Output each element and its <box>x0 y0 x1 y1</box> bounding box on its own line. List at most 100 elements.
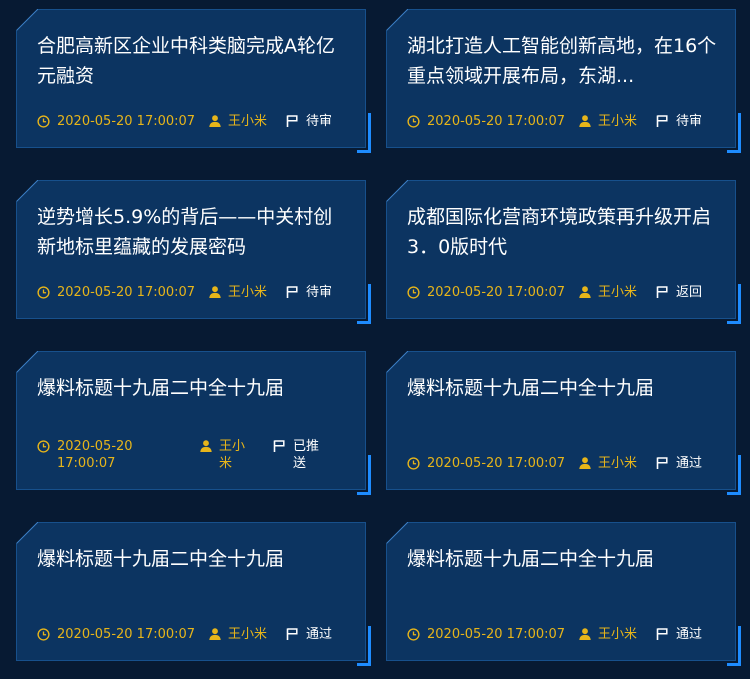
time-info: 2020-05-20 17:00:07 <box>37 626 209 643</box>
corner-accent-decoration <box>357 626 371 666</box>
card-title[interactable]: 爆料标题十九届二中全十九届 <box>37 373 347 403</box>
corner-notch-decoration <box>386 180 408 202</box>
flag-icon <box>286 286 298 298</box>
corner-accent-decoration <box>727 284 741 324</box>
status-info: 待审 <box>286 113 332 130</box>
status-info: 通过 <box>656 455 702 472</box>
card-meta: 2020-05-20 17:00:07 王小米 通过 <box>407 455 719 472</box>
news-card[interactable]: 爆料标题十九届二中全十九届 2020-05-20 17:00:07 王小米 已推… <box>16 351 371 495</box>
card-meta: 2020-05-20 17:00:07 王小米 待审 <box>37 284 349 301</box>
time-info: 2020-05-20 17:00:07 <box>407 455 579 472</box>
user-icon <box>209 286 221 298</box>
status-badge: 已推送 <box>293 439 320 471</box>
flag-icon <box>656 115 668 127</box>
corner-accent-decoration <box>357 284 371 324</box>
corner-notch-decoration <box>386 522 408 544</box>
author-name: 王小米 <box>598 285 638 300</box>
user-icon <box>579 457 591 469</box>
clock-icon <box>407 115 420 128</box>
clock-icon <box>37 115 50 128</box>
flag-icon <box>273 440 285 452</box>
corner-accent-decoration <box>727 626 741 666</box>
clock-icon <box>407 628 420 641</box>
timestamp: 2020-05-20 17:00:07 <box>57 285 196 300</box>
news-card[interactable]: 合肥高新区企业中科类脑完成A轮亿元融资 2020-05-20 17:00:07 … <box>16 9 371 153</box>
time-info: 2020-05-20 17:00:07 <box>407 626 579 643</box>
status-badge: 待审 <box>676 114 703 129</box>
author-name: 王小米 <box>228 114 268 129</box>
card-meta: 2020-05-20 17:00:07 王小米 返回 <box>407 284 719 301</box>
flag-icon <box>656 286 668 298</box>
time-info: 2020-05-20 17:00:07 <box>407 284 579 301</box>
news-card[interactable]: 爆料标题十九届二中全十九届 2020-05-20 17:00:07 王小米 通过 <box>386 351 741 495</box>
user-icon <box>200 440 212 452</box>
card-title[interactable]: 成都国际化营商环境政策再升级开启3．0版时代 <box>407 202 717 262</box>
timestamp: 2020-05-20 17:00:07 <box>427 114 566 129</box>
user-icon <box>209 115 221 127</box>
flag-icon <box>656 457 668 469</box>
status-badge: 通过 <box>676 456 703 471</box>
author-name: 王小米 <box>598 114 638 129</box>
timestamp: 2020-05-20 17:00:07 <box>57 439 133 471</box>
user-icon <box>579 628 591 640</box>
corner-accent-decoration <box>357 455 371 495</box>
status-info: 通过 <box>286 626 332 643</box>
card-title[interactable]: 合肥高新区企业中科类脑完成A轮亿元融资 <box>37 31 347 91</box>
status-badge: 待审 <box>306 114 333 129</box>
timestamp: 2020-05-20 17:00:07 <box>57 627 196 642</box>
author-info: 王小米 <box>209 626 286 643</box>
status-badge: 返回 <box>676 285 703 300</box>
author-name: 王小米 <box>598 627 638 642</box>
author-name: 王小米 <box>228 285 268 300</box>
corner-notch-decoration <box>16 522 38 544</box>
status-info: 通过 <box>656 626 702 643</box>
user-icon <box>579 286 591 298</box>
card-title[interactable]: 湖北打造人工智能创新高地，在16个重点领域开展布局，东湖... <box>407 31 717 91</box>
flag-icon <box>286 115 298 127</box>
news-card[interactable]: 爆料标题十九届二中全十九届 2020-05-20 17:00:07 王小米 通过 <box>386 522 741 666</box>
author-info: 王小米 <box>579 284 656 301</box>
status-info: 返回 <box>656 284 702 301</box>
corner-accent-decoration <box>727 455 741 495</box>
flag-icon <box>286 628 298 640</box>
clock-icon <box>37 440 50 453</box>
author-info: 王小米 <box>579 455 656 472</box>
corner-notch-decoration <box>386 9 408 31</box>
clock-icon <box>37 286 50 299</box>
corner-notch-decoration <box>16 351 38 373</box>
timestamp: 2020-05-20 17:00:07 <box>427 285 566 300</box>
status-badge: 待审 <box>306 285 333 300</box>
card-title[interactable]: 爆料标题十九届二中全十九届 <box>37 544 347 574</box>
author-name: 王小米 <box>228 627 268 642</box>
author-info: 王小米 <box>209 113 286 130</box>
card-title[interactable]: 爆料标题十九届二中全十九届 <box>407 373 717 403</box>
timestamp: 2020-05-20 17:00:07 <box>427 456 566 471</box>
status-info: 待审 <box>286 284 332 301</box>
time-info: 2020-05-20 17:00:07 <box>37 284 209 301</box>
news-card[interactable]: 逆势增长5.9%的背后——中关村创新地标里蕴藏的发展密码 2020-05-20 … <box>16 180 371 324</box>
status-badge: 通过 <box>306 627 333 642</box>
news-card[interactable]: 成都国际化营商环境政策再升级开启3．0版时代 2020-05-20 17:00:… <box>386 180 741 324</box>
corner-accent-decoration <box>357 113 371 153</box>
author-info: 王小米 <box>200 438 273 472</box>
card-title[interactable]: 逆势增长5.9%的背后——中关村创新地标里蕴藏的发展密码 <box>37 202 347 262</box>
time-info: 2020-05-20 17:00:07 <box>37 438 200 472</box>
status-info: 待审 <box>656 113 702 130</box>
clock-icon <box>37 628 50 641</box>
card-title[interactable]: 爆料标题十九届二中全十九届 <box>407 544 717 574</box>
card-meta: 2020-05-20 17:00:07 王小米 已推送 <box>37 438 349 472</box>
time-info: 2020-05-20 17:00:07 <box>37 113 209 130</box>
card-meta: 2020-05-20 17:00:07 王小米 通过 <box>407 626 719 643</box>
news-card[interactable]: 湖北打造人工智能创新高地，在16个重点领域开展布局，东湖... 2020-05-… <box>386 9 741 153</box>
clock-icon <box>407 457 420 470</box>
author-info: 王小米 <box>209 284 286 301</box>
user-icon <box>209 628 221 640</box>
news-card[interactable]: 爆料标题十九届二中全十九届 2020-05-20 17:00:07 王小米 通过 <box>16 522 371 666</box>
corner-accent-decoration <box>727 113 741 153</box>
flag-icon <box>656 628 668 640</box>
clock-icon <box>407 286 420 299</box>
corner-notch-decoration <box>386 351 408 373</box>
author-name: 王小米 <box>219 439 246 471</box>
card-meta: 2020-05-20 17:00:07 王小米 待审 <box>407 113 719 130</box>
status-badge: 通过 <box>676 627 703 642</box>
